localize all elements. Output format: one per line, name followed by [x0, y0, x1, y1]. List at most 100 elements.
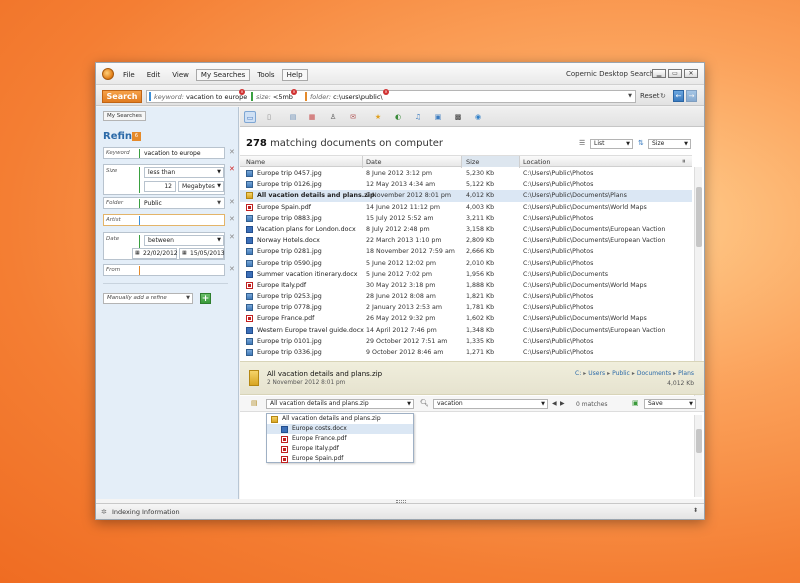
- results-scrollbar-thumb[interactable]: [696, 187, 702, 247]
- next-match-icon[interactable]: ▶: [560, 400, 565, 407]
- table-row[interactable]: Europe France.pdf 26 May 2012 9:32 pm 1,60…: [240, 313, 692, 324]
- menu-my-searches[interactable]: My Searches: [195, 69, 251, 81]
- breadcrumb-item[interactable]: Public: [612, 370, 630, 377]
- archive-contents-select[interactable]: All vacation details and plans.zip ▼: [266, 399, 414, 409]
- status-expand-icon[interactable]: ⬍: [693, 507, 698, 514]
- date-to-input[interactable]: ▦ 15/05/2013: [179, 248, 225, 259]
- table-row[interactable]: Europe trip 0281.jpg 18 November 2012 7:5…: [240, 246, 692, 257]
- breadcrumb-item[interactable]: Plans: [678, 370, 694, 377]
- email-icon[interactable]: ▤: [287, 111, 299, 123]
- table-row[interactable]: Europe trip 0101.jpg 29 October 2012 7:51…: [240, 336, 692, 347]
- status-text[interactable]: Indexing Information: [112, 508, 180, 516]
- menu-file[interactable]: File: [118, 69, 140, 81]
- documents-icon[interactable]: ▯: [263, 111, 275, 123]
- menu-help[interactable]: Help: [281, 69, 308, 81]
- reset-button[interactable]: Reset: [640, 92, 660, 100]
- refine-from[interactable]: From: [103, 264, 225, 276]
- folder-chip-remove-icon[interactable]: ×: [383, 89, 389, 95]
- calendar-icon[interactable]: ▦: [135, 249, 140, 258]
- table-row[interactable]: Norway Hotels.docx 22 March 2013 1:10 pm 2…: [240, 235, 692, 246]
- size-chip[interactable]: size: <5mb: [252, 92, 293, 102]
- size-amount-input[interactable]: 12: [144, 181, 176, 192]
- table-row[interactable]: Europe Spain.pdf 14 June 2012 11:12 pm 4,0…: [240, 202, 692, 213]
- table-row[interactable]: Europe trip 0778.jpg 2 January 2013 2:53 …: [240, 302, 692, 313]
- indexing-gear-icon[interactable]: ✲: [101, 508, 107, 516]
- list-view-icon[interactable]: ☰: [579, 139, 585, 147]
- list-item[interactable]: Europe Italy.pdf: [267, 444, 413, 454]
- list-item[interactable]: Europe costs.docx: [267, 424, 413, 434]
- pictures-icon[interactable]: ▣: [432, 111, 444, 123]
- search-button[interactable]: Search: [102, 90, 142, 103]
- list-item[interactable]: Europe France.pdf: [267, 434, 413, 444]
- refine-keyword-remove-icon[interactable]: ✕: [229, 148, 235, 156]
- add-refine-button[interactable]: +: [200, 293, 211, 304]
- forward-button[interactable]: →: [686, 90, 697, 102]
- minimize-button[interactable]: ▁: [652, 69, 666, 78]
- preview-scrollbar-thumb[interactable]: [696, 429, 702, 453]
- keyword-chip[interactable]: keyword: vacation to europe: [150, 92, 247, 102]
- table-row[interactable]: All vacation details and plans.zip 2 Nove…: [240, 190, 692, 202]
- menu-view[interactable]: View: [167, 69, 194, 81]
- table-row[interactable]: Europe Italy.pdf 30 May 2012 3:18 pm 1,888…: [240, 280, 692, 291]
- table-row[interactable]: Europe trip 0883.jpg 15 July 2012 5:52 am…: [240, 213, 692, 224]
- column-date[interactable]: Date: [366, 158, 382, 166]
- date-operator-select[interactable]: between ▼: [144, 235, 224, 246]
- contacts-icon[interactable]: ♙: [327, 111, 339, 123]
- view-mode-select[interactable]: List ▼: [590, 139, 633, 149]
- list-item[interactable]: Europe Spain.pdf: [267, 454, 413, 464]
- breadcrumb-item[interactable]: Users: [588, 370, 605, 377]
- table-row[interactable]: Europe trip 0253.jpg 28 June 2012 8:08 am…: [240, 291, 692, 302]
- column-chooser-icon[interactable]: ⏸: [682, 157, 686, 166]
- column-divider[interactable]: [519, 156, 520, 168]
- table-row[interactable]: Europe trip 0590.jpg 5 June 2012 12:02 pm…: [240, 258, 692, 269]
- menu-edit[interactable]: Edit: [142, 69, 166, 81]
- my-searches-button[interactable]: My Searches: [103, 111, 146, 121]
- refine-keyword[interactable]: Keyword vacation to europe: [103, 147, 225, 159]
- breadcrumb-item[interactable]: Documents: [637, 370, 671, 377]
- date-from-input[interactable]: ▦ 22/02/2012: [132, 248, 178, 259]
- folder-chip[interactable]: folder: c:\users\public\: [306, 92, 383, 102]
- refine-keyword-value[interactable]: vacation to europe: [144, 150, 201, 157]
- previous-match-icon[interactable]: ◀: [552, 400, 557, 407]
- history-icon[interactable]: ◐: [392, 111, 404, 123]
- menu-tools[interactable]: Tools: [252, 69, 279, 81]
- all-types-icon[interactable]: ▭: [244, 111, 256, 123]
- refine-folder[interactable]: Folder Public ▼: [103, 197, 225, 209]
- refine-size-remove-icon[interactable]: ✕: [229, 165, 235, 173]
- music-icon[interactable]: ♫: [412, 111, 424, 123]
- query-input[interactable]: keyword: vacation to europe × size: <5mb…: [146, 89, 636, 103]
- table-row[interactable]: Europe trip 0126.jpg 12 May 2013 4:34 am 5…: [240, 179, 692, 190]
- refine-folder-remove-icon[interactable]: ✕: [229, 198, 235, 206]
- refine-artist-remove-icon[interactable]: ✕: [229, 215, 235, 223]
- table-row[interactable]: Vacation plans for London.docx 8 July 201…: [240, 224, 692, 235]
- save-select[interactable]: Save ▼: [644, 399, 696, 409]
- favorites-icon[interactable]: ★: [372, 111, 384, 123]
- keyword-chip-remove-icon[interactable]: ×: [239, 89, 245, 95]
- calendar-icon[interactable]: ▦: [182, 249, 187, 258]
- table-row[interactable]: Western Europe travel guide.docx 14 April…: [240, 325, 692, 336]
- web-icon[interactable]: ◉: [472, 111, 484, 123]
- find-in-preview-input[interactable]: vacation ▼: [433, 399, 548, 409]
- query-dropdown-icon[interactable]: ▼: [628, 93, 632, 99]
- calendar-type-icon[interactable]: ▦: [306, 111, 318, 123]
- add-refine-select[interactable]: Manually add a refine ▼: [103, 293, 193, 304]
- refine-date-remove-icon[interactable]: ✕: [229, 233, 235, 241]
- close-button[interactable]: ✕: [684, 69, 698, 78]
- refine-from-remove-icon[interactable]: ✕: [229, 265, 235, 273]
- column-location[interactable]: Location: [523, 158, 551, 166]
- size-chip-remove-icon[interactable]: ×: [291, 89, 297, 95]
- refine-artist[interactable]: Artist: [103, 214, 225, 226]
- maximize-button[interactable]: ▭: [668, 69, 682, 78]
- preview-scrollbar[interactable]: [694, 415, 702, 497]
- table-row[interactable]: Europe trip 0457.jpg 8 June 2012 3:12 pm 5…: [240, 168, 692, 179]
- reset-icon[interactable]: ↻: [660, 92, 666, 100]
- sort-select[interactable]: Size ▼: [648, 139, 691, 149]
- column-divider[interactable]: [362, 156, 363, 168]
- videos-icon[interactable]: ▩: [452, 111, 464, 123]
- size-operator-select[interactable]: less than ▼: [144, 167, 224, 178]
- column-name[interactable]: Name: [246, 158, 265, 166]
- back-button[interactable]: ←: [673, 90, 684, 102]
- copernic-logo-icon[interactable]: [102, 68, 114, 80]
- list-item[interactable]: All vacation details and plans.zip: [267, 414, 413, 424]
- messages-icon[interactable]: ✉: [347, 111, 359, 123]
